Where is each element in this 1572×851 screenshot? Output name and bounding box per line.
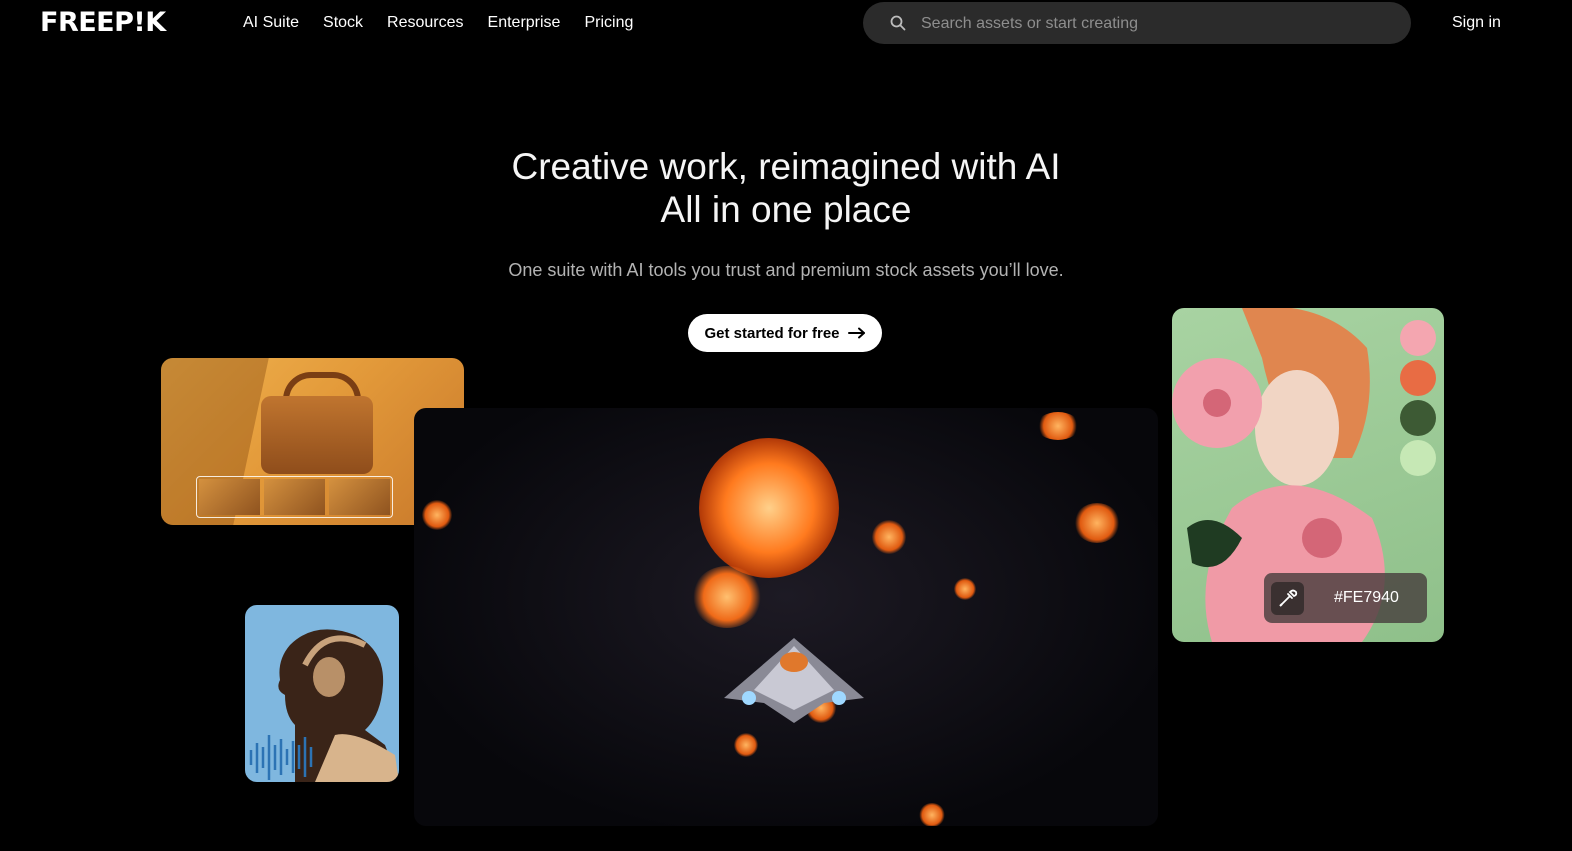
headphones-portrait xyxy=(245,605,399,782)
nav-pricing[interactable]: Pricing xyxy=(584,13,633,33)
eyedropper-icon xyxy=(1279,589,1298,607)
thumbnail xyxy=(199,479,260,515)
thumbnail-strip xyxy=(196,476,393,518)
nav-enterprise[interactable]: Enterprise xyxy=(488,13,561,33)
nav-ai-suite[interactable]: AI Suite xyxy=(243,13,299,33)
leather-bag xyxy=(261,396,373,474)
search-icon xyxy=(890,15,906,31)
fire-particle xyxy=(954,578,976,600)
sign-in-link[interactable]: Sign in xyxy=(1452,13,1501,33)
hero-subtitle: One suite with AI tools you trust and pr… xyxy=(508,260,1064,280)
explosion xyxy=(692,566,762,628)
main-nav: AI Suite Stock Resources Enterprise Pric… xyxy=(243,13,633,33)
explosion xyxy=(699,438,839,578)
fire-particle xyxy=(919,803,945,826)
top-navigation: FREEP!K AI Suite Stock Resources Enterpr… xyxy=(0,0,1572,46)
color-swatch[interactable] xyxy=(1400,400,1436,436)
flower-portrait-color-picker: #FE7940 xyxy=(1172,308,1444,642)
nav-stock[interactable]: Stock xyxy=(323,13,363,33)
color-swatch[interactable] xyxy=(1400,440,1436,476)
color-hex-label: #FE7940 xyxy=(1334,589,1399,606)
get-started-label: Get started for free xyxy=(704,324,840,342)
freepik-logo[interactable]: FREEP!K xyxy=(40,8,166,38)
spaceship xyxy=(724,638,864,723)
nav-resources[interactable]: Resources xyxy=(387,13,463,33)
audio-waveform-illustration xyxy=(249,629,399,782)
get-started-button[interactable]: Get started for free xyxy=(688,314,882,352)
fire-particle xyxy=(1036,412,1080,440)
fire-particle xyxy=(872,520,906,554)
hero-title: Creative work, reimagined with AI xyxy=(511,146,1061,187)
arrow-right-icon xyxy=(847,327,865,339)
color-swatch[interactable] xyxy=(1400,360,1436,396)
fire-particle xyxy=(422,500,452,530)
thumbnail xyxy=(264,479,325,515)
fire-particle xyxy=(734,733,758,757)
thumbnail xyxy=(329,479,390,515)
color-picker-chip[interactable]: #FE7940 xyxy=(1264,573,1427,623)
search-bar[interactable] xyxy=(863,2,1411,46)
color-swatch[interactable] xyxy=(1400,320,1436,356)
hero-title-line2: All in one place xyxy=(660,189,912,230)
eyedropper-button[interactable] xyxy=(1271,582,1304,615)
search-input[interactable] xyxy=(919,2,1393,46)
fire-particle xyxy=(1074,503,1120,543)
spaceship-video-preview xyxy=(414,408,1158,826)
